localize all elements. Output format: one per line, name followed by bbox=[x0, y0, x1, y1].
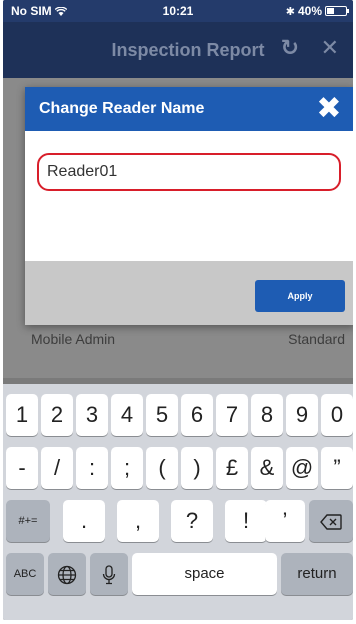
key-hyphen[interactable]: - bbox=[6, 447, 38, 489]
key-semicolon[interactable]: ; bbox=[111, 447, 143, 489]
key-colon[interactable]: : bbox=[76, 447, 108, 489]
key-period[interactable]: . bbox=[63, 500, 105, 542]
key-at[interactable]: @ bbox=[286, 447, 318, 489]
key-question[interactable]: ? bbox=[171, 500, 213, 542]
key-ampersand[interactable]: & bbox=[251, 447, 283, 489]
apply-button[interactable]: Apply bbox=[255, 280, 345, 312]
battery-status: ✱ 40% bbox=[285, 4, 349, 18]
user-role-label: Mobile Admin bbox=[31, 331, 116, 347]
close-icon[interactable]: ✖ bbox=[315, 94, 343, 124]
dialog-footer: Apply bbox=[25, 261, 353, 325]
reader-name-input[interactable] bbox=[37, 153, 341, 191]
key-4[interactable]: 4 bbox=[111, 394, 143, 436]
backspace-key[interactable] bbox=[309, 500, 353, 542]
key-comma[interactable]: , bbox=[117, 500, 159, 542]
key-exclamation[interactable]: ! bbox=[225, 500, 267, 542]
app-header: Inspection Report ↻ ✕ bbox=[3, 22, 353, 78]
key-9[interactable]: 9 bbox=[286, 394, 318, 436]
key-pound[interactable]: £ bbox=[216, 447, 248, 489]
key-quote[interactable]: ” bbox=[321, 447, 353, 489]
change-reader-name-dialog: Change Reader Name ✖ Apply bbox=[25, 87, 353, 325]
status-bar: No SIM 10:21 ✱ 40% bbox=[3, 0, 353, 22]
key-0[interactable]: 0 bbox=[321, 394, 353, 436]
keyboard-row-numbers: 1 2 3 4 5 6 7 8 9 0 bbox=[3, 394, 353, 436]
on-screen-keyboard: 1 2 3 4 5 6 7 8 9 0 - / : ; ( ) £ & @ ” … bbox=[3, 384, 353, 620]
phone-screen: No SIM 10:21 ✱ 40% Inspection Report ↻ ✕… bbox=[3, 0, 353, 620]
key-7[interactable]: 7 bbox=[216, 394, 248, 436]
dialog-header: Change Reader Name ✖ bbox=[25, 87, 353, 131]
key-1[interactable]: 1 bbox=[6, 394, 38, 436]
key-2[interactable]: 2 bbox=[41, 394, 73, 436]
space-key[interactable]: space bbox=[132, 553, 277, 595]
page-title: Inspection Report bbox=[111, 40, 265, 60]
backspace-icon bbox=[320, 514, 342, 530]
key-6[interactable]: 6 bbox=[181, 394, 213, 436]
close-icon[interactable]: ✕ bbox=[321, 35, 339, 61]
globe-key[interactable] bbox=[48, 553, 86, 595]
key-slash[interactable]: / bbox=[41, 447, 73, 489]
return-key[interactable]: return bbox=[281, 553, 353, 595]
refresh-icon[interactable]: ↻ bbox=[281, 35, 299, 61]
key-8[interactable]: 8 bbox=[251, 394, 283, 436]
keyboard-row-symbols: - / : ; ( ) £ & @ ” bbox=[3, 447, 353, 489]
user-level-label: Standard bbox=[288, 331, 345, 347]
symbols-shift-key[interactable]: #+= bbox=[6, 500, 50, 542]
dictation-key[interactable] bbox=[90, 553, 128, 595]
globe-icon bbox=[57, 565, 77, 585]
battery-icon bbox=[325, 6, 349, 16]
key-3[interactable]: 3 bbox=[76, 394, 108, 436]
key-apostrophe[interactable]: ’ bbox=[265, 500, 305, 542]
bluetooth-icon: ✱ bbox=[285, 5, 295, 18]
key-close-paren[interactable]: ) bbox=[181, 447, 213, 489]
battery-percent: 40% bbox=[297, 4, 322, 18]
keyboard-row-bottom: ABC space return bbox=[3, 553, 353, 595]
list-item: Mobile Admin Standard bbox=[3, 323, 353, 357]
microphone-icon bbox=[102, 565, 116, 585]
dialog-title: Change Reader Name bbox=[39, 100, 205, 117]
key-open-paren[interactable]: ( bbox=[146, 447, 178, 489]
key-5[interactable]: 5 bbox=[146, 394, 178, 436]
abc-key[interactable]: ABC bbox=[6, 553, 44, 595]
keyboard-row-punctuation: #+= . , ? ! ’ bbox=[3, 500, 353, 542]
